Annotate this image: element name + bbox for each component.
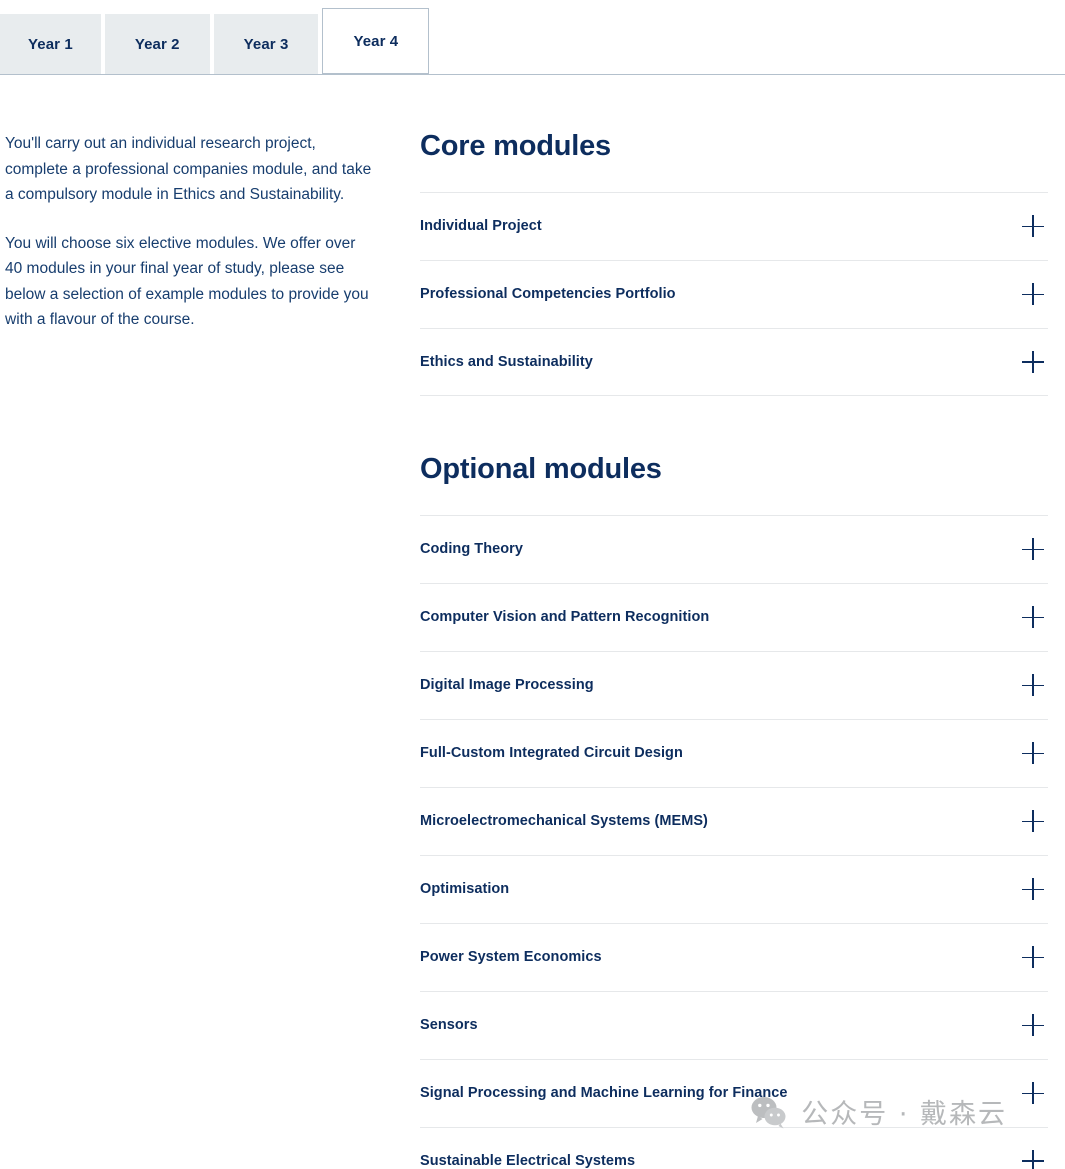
plus-icon[interactable] (1022, 350, 1044, 373)
plus-icon[interactable] (1022, 946, 1044, 969)
accordion-item[interactable]: Ethics and Sustainability (420, 327, 1048, 396)
accordion-item-label: Microelectromechanical Systems (MEMS) (420, 813, 708, 830)
accordion-item-label: Individual Project (420, 218, 542, 235)
accordion-item-label: Full-Custom Integrated Circuit Design (420, 745, 683, 762)
plus-icon[interactable] (1022, 878, 1044, 901)
accordion-item[interactable]: Sustainable Electrical Systems (420, 1126, 1048, 1169)
accordion-item[interactable]: Optimisation (420, 854, 1048, 923)
accordion-item[interactable]: Coding Theory (420, 514, 1048, 583)
modules-column: Core modules Individual Project Profession… (420, 130, 1065, 1169)
tab-bottom-rule (0, 74, 1065, 75)
accordion-item-label: Ethics and Sustainability (420, 353, 593, 370)
plus-icon[interactable] (1022, 1082, 1044, 1105)
year-tabs-bar: Year 1 Year 2 Year 3 Year 4 (0, 0, 1065, 75)
accordion-item-label: Coding Theory (420, 541, 523, 558)
plus-icon[interactable] (1022, 1014, 1044, 1037)
intro-paragraph-1: You'll carry out an individual research … (5, 135, 372, 203)
plus-icon[interactable] (1022, 538, 1044, 561)
accordion-item[interactable]: Signal Processing and Machine Learning f… (420, 1058, 1048, 1127)
modules-section: Optional modules Coding Theory Computer Vi… (420, 452, 1048, 1169)
module-accordion: Individual Project Professional Competenc… (420, 191, 1048, 396)
module-accordion: Coding Theory Computer Vision and Pattern… (420, 514, 1048, 1169)
accordion-item-label: Computer Vision and Pattern Recognition (420, 609, 710, 626)
tab-year-3[interactable]: Year 3 (213, 14, 319, 74)
section-title: Optional modules (420, 452, 662, 485)
tab-year-4[interactable]: Year 4 (322, 8, 430, 74)
accordion-item[interactable]: Computer Vision and Pattern Recognition (420, 582, 1048, 651)
accordion-item[interactable]: Digital Image Processing (420, 650, 1048, 719)
plus-icon[interactable] (1022, 1149, 1044, 1169)
accordion-item[interactable]: Full-Custom Integrated Circuit Design (420, 718, 1048, 787)
accordion-item[interactable]: Power System Economics (420, 922, 1048, 991)
plus-icon[interactable] (1022, 742, 1044, 765)
plus-icon[interactable] (1022, 283, 1044, 306)
accordion-item-label: Professional Competencies Portfolio (420, 286, 676, 303)
section-title: Core modules (420, 130, 611, 162)
accordion-item[interactable]: Professional Competencies Portfolio (420, 259, 1048, 328)
plus-icon[interactable] (1022, 810, 1044, 833)
accordion-item-label: Sensors (420, 1017, 478, 1034)
accordion-item-label: Optimisation (420, 881, 510, 898)
accordion-item-label: Signal Processing and Machine Learning f… (420, 1085, 788, 1102)
intro-paragraph-2: You will choose six elective modules. We… (5, 234, 369, 329)
page-content: You'll carry out an individual research … (0, 75, 1065, 1169)
tab-year-2[interactable]: Year 2 (104, 14, 210, 74)
accordion-item[interactable]: Individual Project (420, 191, 1048, 260)
accordion-item-label: Sustainable Electrical Systems (420, 1152, 636, 1169)
tab-list: Year 1 Year 2 Year 3 Year 4 (0, 0, 1065, 74)
accordion-item[interactable]: Microelectromechanical Systems (MEMS) (420, 786, 1048, 855)
modules-section: Core modules Individual Project Profession… (420, 130, 1048, 396)
accordion-item-label: Power System Economics (420, 949, 602, 966)
intro-column: You'll carry out an individual research … (0, 131, 420, 1169)
plus-icon[interactable] (1022, 674, 1044, 697)
plus-icon[interactable] (1022, 606, 1044, 629)
plus-icon[interactable] (1022, 215, 1044, 238)
accordion-item-label: Digital Image Processing (420, 677, 594, 694)
tab-year-1[interactable]: Year 1 (0, 14, 101, 74)
accordion-item[interactable]: Sensors (420, 990, 1048, 1059)
